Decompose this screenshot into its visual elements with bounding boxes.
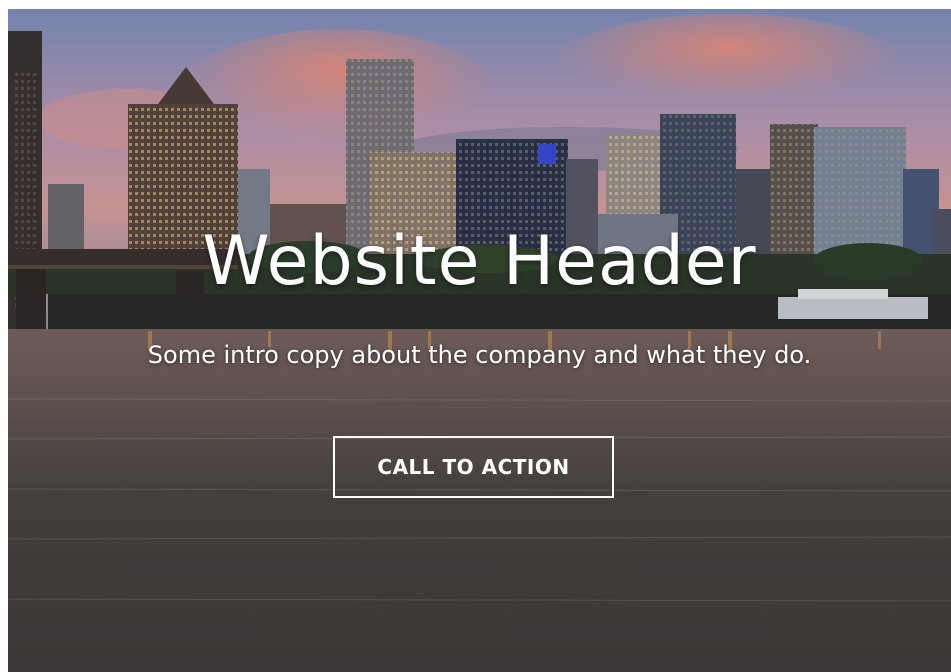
website-header-title: Website Header: [202, 222, 757, 301]
hero-section: Website Header Some intro copy about the…: [8, 9, 951, 672]
hero-frame: Website Header Some intro copy about the…: [8, 9, 951, 672]
call-to-action-button[interactable]: CALL TO ACTION: [333, 436, 614, 498]
intro-copy: Some intro copy about the company and wh…: [147, 341, 812, 369]
